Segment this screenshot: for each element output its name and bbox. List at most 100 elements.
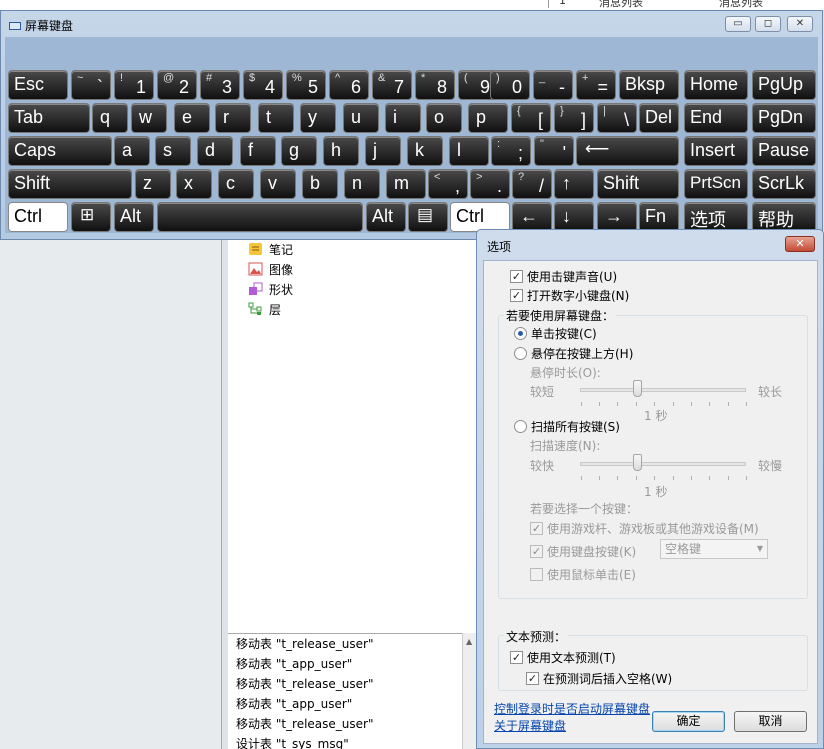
log-scrollbar[interactable]: ▲ <box>462 633 476 749</box>
key-pause[interactable]: Pause <box>752 136 816 166</box>
key-pgdn[interactable]: PgDn <box>752 103 816 133</box>
key-slash[interactable]: ? / <box>512 169 552 199</box>
key-i[interactable]: i <box>385 103 421 133</box>
key-b[interactable]: b <box>302 169 338 199</box>
click-keys-radio[interactable]: 单击按键(C) <box>514 325 597 342</box>
use-joystick-checkbox[interactable]: ✓ 使用游戏杆、游戏板或其他游戏设备(M) <box>530 520 759 537</box>
key-delete[interactable]: Del <box>639 103 679 133</box>
checkbox-box[interactable]: ✓ <box>510 289 523 302</box>
dialog-close-button[interactable]: ✕ <box>785 236 815 252</box>
key-shift-left[interactable]: Shift <box>8 169 132 199</box>
key-caps[interactable]: Caps <box>8 136 112 166</box>
key-v[interactable]: v <box>260 169 296 199</box>
radio-button[interactable] <box>514 327 527 340</box>
key-u[interactable]: u <box>343 103 379 133</box>
checkbox-box[interactable]: ✓ <box>510 270 523 283</box>
checkbox-box[interactable]: ✓ <box>510 651 523 664</box>
keyboard-key-select[interactable]: 空格键 ▼ <box>660 539 768 559</box>
key-prtscn[interactable]: PrtScn <box>684 169 748 199</box>
key-space[interactable] <box>157 202 363 232</box>
key-esc[interactable]: Esc <box>8 70 68 100</box>
key-g[interactable]: g <box>281 136 317 166</box>
key-p[interactable]: p <box>468 103 508 133</box>
key-5[interactable]: % 5 <box>286 70 326 100</box>
key-z[interactable]: z <box>135 169 171 199</box>
logon-settings-link[interactable]: 控制登录时是否启动屏幕键盘 <box>494 700 650 717</box>
cancel-button[interactable]: 取消 <box>734 711 807 732</box>
scroll-up-icon[interactable]: ▲ <box>466 637 472 646</box>
minimize-button[interactable]: ▭ <box>725 16 751 32</box>
key-m[interactable]: m <box>386 169 426 199</box>
key-end[interactable]: End <box>684 103 748 133</box>
key-j[interactable]: j <box>365 136 401 166</box>
key-minus[interactable]: _ - <box>533 70 573 100</box>
close-button[interactable]: ✕ <box>787 16 813 32</box>
key-comma[interactable]: <, <box>428 169 468 199</box>
use-text-prediction-checkbox[interactable]: ✓ 使用文本预测(T) <box>510 649 616 666</box>
key-pgup[interactable]: PgUp <box>752 70 816 100</box>
key-h[interactable]: h <box>323 136 359 166</box>
checkbox-box[interactable] <box>530 568 543 581</box>
key-alt-right[interactable]: Alt <box>366 202 406 232</box>
key-k[interactable]: k <box>407 136 443 166</box>
key-ctrl-right[interactable]: Ctrl <box>450 202 510 232</box>
key-s[interactable]: s <box>155 136 191 166</box>
checkbox-box[interactable]: ✓ <box>526 672 539 685</box>
hover-keys-radio[interactable]: 悬停在按键上方(H) <box>514 345 633 362</box>
key-backspace[interactable]: Bksp <box>619 70 679 100</box>
key-4[interactable]: $4 <box>243 70 283 100</box>
key-x[interactable]: x <box>176 169 212 199</box>
ok-button[interactable]: 确定 <box>652 711 725 732</box>
turn-on-numpad-checkbox[interactable]: ✓ 打开数字小键盘(N) <box>510 287 629 304</box>
key-t[interactable]: t <box>258 103 294 133</box>
maximize-button[interactable]: ◻ <box>755 16 781 32</box>
key-period[interactable]: >. <box>470 169 510 199</box>
key-3[interactable]: #3 <box>200 70 240 100</box>
key-menu[interactable]: ▤ <box>408 202 448 232</box>
key-alt-left[interactable]: Alt <box>114 202 154 232</box>
scan-keys-radio[interactable]: 扫描所有按键(S) <box>514 418 620 435</box>
key-f[interactable]: f <box>240 136 276 166</box>
use-keyboard-key-checkbox[interactable]: ✓ 使用键盘按键(K) <box>530 543 636 560</box>
checkbox-box[interactable]: ✓ <box>530 522 543 535</box>
key-quote[interactable]: " ' <box>534 136 574 166</box>
key-right-bracket[interactable]: }] <box>554 103 594 133</box>
key-e[interactable]: e <box>174 103 210 133</box>
key-o[interactable]: o <box>426 103 462 133</box>
key-up[interactable]: ↑ <box>554 169 594 199</box>
scan-slider-thumb[interactable] <box>633 454 642 471</box>
key-ctrl-left[interactable]: Ctrl <box>8 202 68 232</box>
key-y[interactable]: y <box>300 103 336 133</box>
checkbox-box[interactable]: ✓ <box>530 545 543 558</box>
key-right[interactable]: → <box>597 202 637 232</box>
key-enter[interactable]: ⟵ <box>576 136 679 166</box>
radio-button[interactable] <box>514 347 527 360</box>
key-w[interactable]: w <box>131 103 167 133</box>
hover-duration-slider[interactable] <box>580 388 746 392</box>
tree-item-shapes[interactable]: 形状 <box>248 280 293 298</box>
radio-button[interactable] <box>514 420 527 433</box>
use-mouse-click-checkbox[interactable]: 使用鼠标单击(E) <box>530 566 636 583</box>
hover-slider-thumb[interactable] <box>633 380 642 397</box>
insert-space-checkbox[interactable]: ✓ 在预测词后插入空格(W) <box>526 670 672 687</box>
key-help[interactable]: 帮助 <box>752 202 816 232</box>
key-backslash[interactable]: | \ <box>597 103 637 133</box>
key-8[interactable]: * 8 <box>415 70 455 100</box>
key-l[interactable]: l <box>449 136 489 166</box>
tree-item-layers[interactable]: 层 <box>248 300 281 318</box>
key-q[interactable]: q <box>92 103 128 133</box>
key-7[interactable]: & 7 <box>372 70 412 100</box>
key-left[interactable]: ← <box>512 202 552 232</box>
key-options[interactable]: 选项 <box>684 202 748 232</box>
key-equal[interactable]: + = <box>576 70 616 100</box>
key-left-bracket[interactable]: {[ <box>511 103 551 133</box>
key-down[interactable]: ↓ <box>554 202 594 232</box>
scan-speed-slider[interactable] <box>580 462 746 466</box>
key-home[interactable]: Home <box>684 70 748 100</box>
use-click-sound-checkbox[interactable]: ✓ 使用击键声音(U) <box>510 268 617 285</box>
key-fn[interactable]: Fn <box>639 202 679 232</box>
tree-item-images[interactable]: 图像 <box>248 260 293 278</box>
key-shift-right[interactable]: Shift <box>597 169 679 199</box>
key-2[interactable]: @2 <box>157 70 197 100</box>
key-n[interactable]: n <box>344 169 380 199</box>
